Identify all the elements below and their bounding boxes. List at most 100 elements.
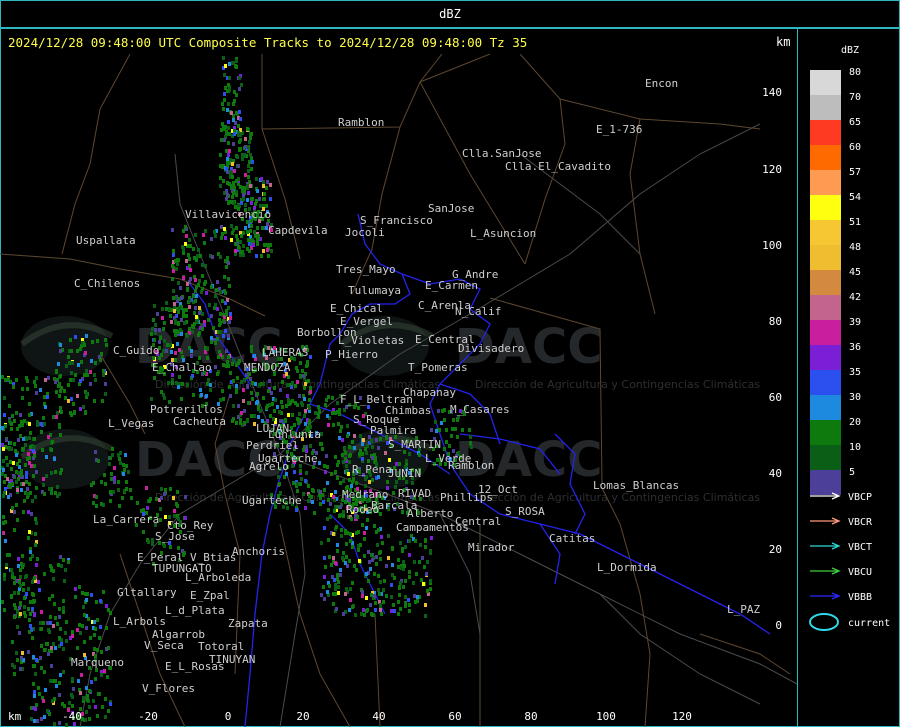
radar-echo-cell <box>227 102 230 106</box>
radar-echo-cell <box>102 373 105 377</box>
radar-echo-cell <box>355 568 358 572</box>
radar-echo-cell <box>188 327 191 331</box>
legend-value: 35 <box>849 367 861 378</box>
radar-echo-cell <box>408 609 411 613</box>
radar-echo-cell <box>456 418 459 422</box>
radar-echo-cell <box>188 257 191 261</box>
radar-echo-cell <box>241 250 244 254</box>
radar-echo-cell <box>227 141 230 145</box>
radar-echo-cell <box>59 343 62 347</box>
radar-echo-cell <box>189 277 192 281</box>
radar-echo-cell <box>28 413 31 417</box>
radar-echo-cell <box>311 500 314 504</box>
radar-echo-cell <box>399 541 402 545</box>
radar-echo-cell <box>34 495 37 499</box>
radar-echo-cell <box>21 651 24 655</box>
radar-echo-cell <box>160 487 163 491</box>
radar-echo-cell <box>390 609 393 613</box>
radar-echo-cell <box>225 349 228 353</box>
radar-echo-cell <box>82 405 85 409</box>
radar-echo-cell <box>108 462 111 466</box>
radar-echo-cell <box>382 600 385 604</box>
radar-echo-cell <box>468 428 471 432</box>
radar-echo-cell <box>17 591 20 595</box>
radar-echo-cell <box>11 640 14 644</box>
radar-echo-cell <box>6 477 9 481</box>
radar-echo-cell <box>206 356 209 360</box>
radar-echo-cell <box>219 312 222 316</box>
radar-echo-cell <box>191 374 194 378</box>
radar-echo-cell <box>77 679 80 683</box>
radar-echo-cell <box>324 470 327 474</box>
radar-echo-cell <box>430 428 433 432</box>
place-label: L_d_Plata <box>165 604 225 617</box>
radar-echo-cell <box>300 477 303 481</box>
radar-echo-cell <box>178 375 181 379</box>
radar-echo-cell <box>43 422 46 426</box>
radar-echo-cell <box>390 583 393 587</box>
radar-echo-cell <box>63 579 66 583</box>
radar-echo-cell <box>250 197 253 201</box>
radar-echo-cell <box>207 318 210 322</box>
radar-echo-cell <box>3 577 6 581</box>
radar-echo-cell <box>323 526 326 530</box>
radar-echo-cell <box>71 361 74 365</box>
radar-echo-cell <box>437 409 440 413</box>
legend-value: 10 <box>849 442 861 453</box>
radar-echo-cell <box>222 334 225 338</box>
radar-echo-cell <box>119 461 122 465</box>
radar-echo-cell <box>294 384 297 388</box>
radar-echo-cell <box>170 350 173 354</box>
radar-echo-cell <box>250 224 253 228</box>
radar-echo-cell <box>60 410 63 414</box>
radar-echo-cell <box>3 413 6 417</box>
radar-echo-cell <box>67 560 70 564</box>
radar-echo-cell <box>180 296 183 300</box>
radar-echo-cell <box>361 523 364 527</box>
radar-echo-cell <box>172 249 175 253</box>
radar-echo-cell <box>391 546 394 550</box>
radar-echo-cell <box>29 491 32 495</box>
radar-echo-cell <box>338 412 341 416</box>
radar-echo-cell <box>248 242 251 246</box>
radar-echo-cell <box>228 385 231 389</box>
radar-echo-cell <box>113 476 116 480</box>
radar-echo-cell <box>93 647 96 651</box>
radar-echo-cell <box>308 398 311 402</box>
radar-echo-cell <box>220 128 223 132</box>
radar-echo-cell <box>52 642 55 646</box>
radar-echo-cell <box>30 717 33 721</box>
radar-echo-cell <box>58 681 61 685</box>
radar-echo-cell <box>242 388 245 392</box>
radar-echo-cell <box>104 715 107 719</box>
radar-echo-cell <box>207 378 210 382</box>
radar-echo-cell <box>70 693 73 697</box>
radar-echo-cell <box>3 573 6 577</box>
radar-echo-cell <box>175 267 178 271</box>
radar-echo-cell <box>13 528 16 532</box>
radar-echo-cell <box>225 313 228 317</box>
radar-echo-cell <box>94 705 97 709</box>
radar-echo-cell <box>195 319 198 323</box>
radar-echo-cell <box>151 542 154 546</box>
place-label: S_Jose <box>155 530 195 543</box>
radar-echo-cell <box>29 550 32 554</box>
place-label: Marqueno <box>71 656 124 669</box>
radar-echo-cell <box>172 269 175 273</box>
x-axis-tick-label: 100 <box>596 710 616 723</box>
radar-echo-cell <box>336 573 339 577</box>
radar-echo-cell <box>345 587 348 591</box>
radar-echo-cell <box>53 457 56 461</box>
radar-echo-cell <box>230 224 233 228</box>
radar-echo-cell <box>235 421 238 425</box>
radar-echo-cell <box>228 161 231 165</box>
radar-echo-cell <box>15 378 18 382</box>
radar-echo-cell <box>250 201 253 205</box>
radar-echo-cell <box>342 551 345 555</box>
radar-echo-cell <box>435 429 438 433</box>
radar-echo-cell <box>336 549 339 553</box>
radar-echo-cell <box>250 132 253 136</box>
current-cell-icon <box>809 613 839 631</box>
radar-echo-cell <box>362 608 365 612</box>
radar-echo-cell <box>408 575 411 579</box>
